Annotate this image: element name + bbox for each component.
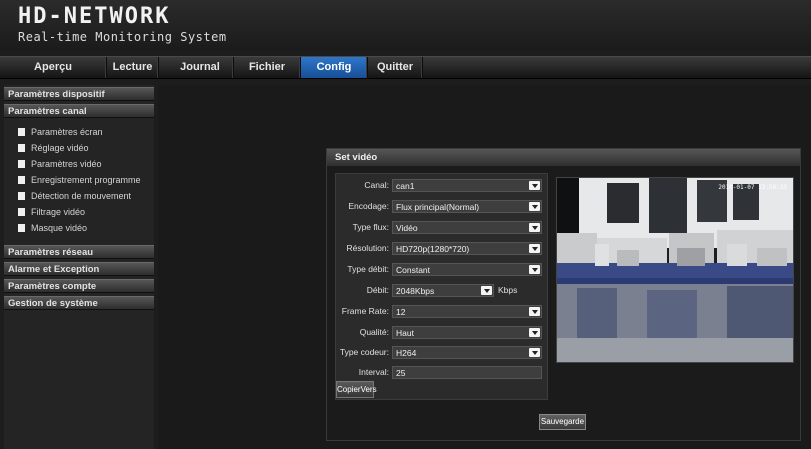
- frame-rate-value: 12: [396, 307, 406, 317]
- video-preview: 2018-01-07 13:50:33: [556, 177, 794, 363]
- label-qualite: Qualité:: [359, 327, 389, 337]
- tab-config[interactable]: Config: [301, 57, 368, 78]
- type-debit-value: Constant: [396, 265, 431, 275]
- sidebar-item-detection[interactable]: Détection de mouvement: [18, 189, 131, 203]
- logo-title: HD-NETWORK: [18, 4, 171, 29]
- label-type-codeur: Type codeur:: [339, 347, 389, 357]
- main-nav: Aperçu Lecture Journal Fichier Config Qu…: [0, 56, 811, 79]
- qualite-select[interactable]: Haut: [392, 326, 542, 339]
- logo: HD-NETWORK Real-time Monitoring System: [18, 4, 227, 45]
- label-debit: Débit:: [366, 285, 389, 295]
- tab-quitter[interactable]: Quitter: [368, 57, 423, 78]
- chevron-down-icon: [529, 307, 540, 316]
- sidebar-item-filtrage[interactable]: Filtrage vidéo: [18, 205, 85, 219]
- type-codeur-value: H264: [396, 348, 417, 358]
- tab-lecture[interactable]: Lecture: [107, 57, 159, 78]
- sidebar-section-gestion[interactable]: Gestion de système: [4, 296, 154, 310]
- canal-select[interactable]: can1: [392, 179, 542, 192]
- sidebar-item-masque[interactable]: Masque vidéo: [18, 221, 87, 235]
- sidebar: Paramètres dispositif Paramètres canal P…: [4, 85, 154, 449]
- document-icon: [18, 176, 25, 184]
- sidebar-item-label: Enregistrement programme: [31, 175, 141, 185]
- preview-timestamp: 2018-01-07 13:50:33: [718, 184, 787, 191]
- logo-subtitle: Real-time Monitoring System: [18, 30, 227, 44]
- resolution-select[interactable]: HD720p(1280*720): [392, 242, 542, 255]
- chevron-down-icon: [529, 223, 540, 232]
- app-header: HD-NETWORK Real-time Monitoring System: [0, 0, 811, 50]
- encodage-value: Flux principal(Normal): [396, 202, 480, 212]
- sidebar-section-dispositif[interactable]: Paramètres dispositif: [4, 87, 154, 101]
- type-flux-select[interactable]: Vidéo: [392, 221, 542, 234]
- label-type-debit: Type débit:: [347, 264, 389, 274]
- sidebar-item-label: Filtrage vidéo: [31, 207, 86, 217]
- label-resolution: Résolution:: [346, 243, 389, 253]
- interval-input[interactable]: 25: [392, 366, 542, 379]
- sidebar-item-reglage-video[interactable]: Réglage vidéo: [18, 141, 89, 155]
- type-codeur-select[interactable]: H264: [392, 346, 542, 359]
- sidebar-item-label: Masque vidéo: [31, 223, 88, 233]
- frame-rate-select[interactable]: 12: [392, 305, 542, 318]
- type-flux-value: Vidéo: [396, 223, 418, 233]
- tab-apercu[interactable]: Aperçu: [0, 57, 107, 78]
- sidebar-section-reseau[interactable]: Paramètres réseau: [4, 245, 154, 259]
- chevron-down-icon: [529, 202, 540, 211]
- sidebar-section-compte[interactable]: Paramètres compte: [4, 279, 154, 293]
- panel-title: Set vidéo: [327, 149, 800, 166]
- chevron-down-icon: [529, 244, 540, 253]
- document-icon: [18, 192, 25, 200]
- resolution-value: HD720p(1280*720): [396, 244, 470, 254]
- document-icon: [18, 160, 25, 168]
- label-canal: Canal:: [364, 180, 389, 190]
- type-debit-select[interactable]: Constant: [392, 263, 542, 276]
- label-frame-rate: Frame Rate:: [341, 306, 389, 316]
- sidebar-section-alarme[interactable]: Alarme et Exception: [4, 262, 154, 276]
- sidebar-item-parametres-video[interactable]: Paramètres vidéo: [18, 157, 102, 171]
- qualite-value: Haut: [396, 328, 414, 338]
- camera-feed-image: [557, 178, 793, 362]
- debit-unit: Kbps: [498, 285, 518, 295]
- chevron-down-icon: [529, 328, 540, 337]
- tab-journal[interactable]: Journal: [167, 57, 234, 78]
- label-type-flux: Type flux:: [352, 222, 389, 232]
- sidebar-item-label: Paramètres écran: [31, 127, 103, 137]
- tab-fichier[interactable]: Fichier: [234, 57, 301, 78]
- chevron-down-icon: [529, 181, 540, 190]
- sidebar-item-label: Paramètres vidéo: [31, 159, 102, 169]
- label-interval: Interval:: [358, 367, 389, 377]
- document-icon: [18, 208, 25, 216]
- encodage-select[interactable]: Flux principal(Normal): [392, 200, 542, 213]
- chevron-down-icon: [481, 286, 492, 295]
- chevron-down-icon: [529, 348, 540, 357]
- canal-value: can1: [396, 181, 415, 191]
- debit-value: 2048Kbps: [396, 286, 435, 296]
- sidebar-item-parametres-ecran[interactable]: Paramètres écran: [18, 125, 103, 139]
- save-button[interactable]: Sauvegarde: [539, 414, 586, 430]
- document-icon: [18, 128, 25, 136]
- sidebar-item-enregistrement[interactable]: Enregistrement programme: [18, 173, 141, 187]
- label-encodage: Encodage:: [348, 201, 389, 211]
- sidebar-item-label: Réglage vidéo: [31, 143, 89, 153]
- document-icon: [18, 144, 25, 152]
- chevron-down-icon: [529, 265, 540, 274]
- copy-to-button[interactable]: CopierVers: [336, 381, 377, 398]
- debit-select[interactable]: 2048Kbps: [392, 284, 494, 297]
- sidebar-item-label: Détection de mouvement: [31, 191, 132, 201]
- document-icon: [18, 224, 25, 232]
- sidebar-section-canal[interactable]: Paramètres canal: [4, 104, 154, 118]
